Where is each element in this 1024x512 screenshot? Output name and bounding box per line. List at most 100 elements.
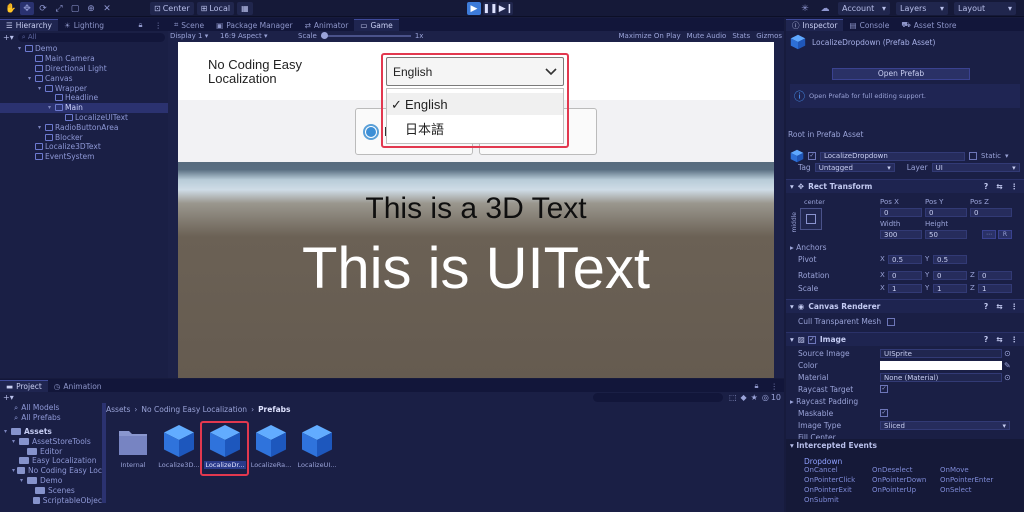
asset-tree-item[interactable]: ▾ AssetStoreTools <box>0 436 102 446</box>
asset-item[interactable]: LocalizeRa... <box>248 423 294 469</box>
active-checkbox[interactable]: ✓ <box>808 152 816 160</box>
maximize-toggle[interactable]: Maximize On Play <box>619 32 681 40</box>
expand-icon[interactable]: ▾ <box>28 75 35 82</box>
asset-tree-item[interactable]: Editor <box>0 446 102 456</box>
transform-icon[interactable]: ⊕ <box>84 2 98 15</box>
tree-scrollbar[interactable] <box>102 403 106 503</box>
asset-tree-item[interactable]: ScriptableObjec <box>0 495 102 505</box>
object-picker-icon[interactable]: ⊙ <box>1004 373 1011 382</box>
tab-hierarchy[interactable]: ☰ Hierarchy <box>0 19 58 31</box>
vector-field[interactable]: 1 <box>978 284 1012 293</box>
add-icon[interactable]: +▾ <box>3 33 14 42</box>
eyedropper-icon[interactable]: ✎ <box>1004 361 1011 370</box>
anchors-row[interactable]: ▸ Anchors <box>790 243 827 252</box>
vector-field[interactable]: 0 <box>888 271 922 280</box>
vector-field[interactable]: 1 <box>888 284 922 293</box>
rect-icon[interactable]: ▢ <box>68 2 82 15</box>
more-icon[interactable]: ⋮ <box>1011 182 1019 191</box>
vector-field[interactable]: 1 <box>933 284 967 293</box>
favorite-item[interactable]: ⌕ All Models <box>0 403 102 413</box>
breadcrumb-assets[interactable]: Assets <box>106 405 130 414</box>
layer-dropdown[interactable]: UI ▾ <box>931 163 1020 172</box>
play-icon[interactable]: ▶ <box>467 2 481 15</box>
asset-item[interactable]: Localize3D... <box>156 423 202 469</box>
breadcrumb-prefabs[interactable]: Prefabs <box>258 405 290 414</box>
asset-item[interactable]: LocalizeUI... <box>294 423 340 469</box>
hierarchy-item[interactable]: ▾ Canvas <box>0 73 168 83</box>
prop-checkbox[interactable]: ✓ <box>880 409 888 417</box>
tab-scene[interactable]: ⌗ Scene <box>168 19 210 31</box>
hierarchy-item[interactable]: ▾ Demo <box>0 44 168 54</box>
asset-tree-item[interactable]: Easy Localization <box>0 456 102 466</box>
image-header[interactable]: ▾ ▨ ✓ Image? ⇆ ⋮ <box>786 332 1024 346</box>
lock-icon[interactable]: 🔒︎ <box>133 19 149 31</box>
image-prop-field[interactable]: None (Material) <box>880 373 1002 382</box>
hierarchy-search-input[interactable]: ⌕ All <box>17 32 165 42</box>
tag-dropdown[interactable]: Untagged ▾ <box>814 163 895 172</box>
hierarchy-item[interactable]: Blocker <box>0 132 168 142</box>
hierarchy-item[interactable]: Localize3DText <box>0 142 168 152</box>
vector-field[interactable]: 0 <box>933 271 967 280</box>
aspect-dropdown[interactable]: 16:9 Aspect ▾ <box>220 32 280 40</box>
cloud-icon[interactable]: ☁ <box>818 2 832 15</box>
open-prefab-button[interactable]: Open Prefab <box>832 68 970 80</box>
hierarchy-item[interactable]: Main Camera <box>0 54 168 64</box>
filter-type-icon[interactable]: ⬚ <box>729 393 737 402</box>
expand-icon[interactable]: ▾ <box>12 438 19 445</box>
preset-icon[interactable]: ⇆ <box>996 335 1002 344</box>
collab-icon[interactable]: ✳ <box>798 2 812 15</box>
expand-icon[interactable]: ▾ <box>38 85 45 92</box>
pos-field[interactable]: 0 <box>970 208 1012 217</box>
expand-icon[interactable]: ▾ <box>20 477 27 484</box>
expand-icon[interactable]: ▾ <box>4 428 11 435</box>
canvas-renderer-header[interactable]: ▾ ◉ Canvas Renderer? ⇆ ⋮ <box>786 299 1024 313</box>
layers-dropdown[interactable]: Layers ▾ <box>896 2 948 15</box>
hierarchy-item[interactable]: Headline <box>0 93 168 103</box>
more-icon[interactable]: ⋮ <box>1011 335 1019 344</box>
raw-edit-button[interactable]: R <box>998 230 1012 239</box>
pos-field[interactable]: 0 <box>880 208 922 217</box>
tab-animation[interactable]: ◷ Animation <box>48 380 108 392</box>
hierarchy-item[interactable]: EventSystem <box>0 152 168 162</box>
tab-inspector[interactable]: ⓘ Inspector <box>786 19 844 31</box>
asset-tree-item[interactable]: ▾ Assets <box>0 427 102 437</box>
tab-game[interactable]: ▭ Game <box>354 19 399 31</box>
project-search-input[interactable] <box>592 393 723 402</box>
image-enabled-checkbox[interactable]: ✓ <box>807 335 816 344</box>
stats-toggle[interactable]: Stats <box>732 32 750 40</box>
tab-asset-store[interactable]: ⛟ Asset Store <box>895 19 962 31</box>
tab-project[interactable]: ▬ Project <box>0 380 48 392</box>
object-name-field[interactable]: LocalizeDropdown <box>820 151 965 161</box>
rotate-icon[interactable]: ⟳ <box>36 2 50 15</box>
pivot-local-button[interactable]: ⊞ Local <box>196 2 235 15</box>
image-prop-field[interactable]: UISprite <box>880 349 1002 358</box>
vector-field[interactable]: 0.5 <box>933 255 967 264</box>
tab-package-manager[interactable]: ▣ Package Manager <box>210 19 298 31</box>
size-field[interactable]: 50 <box>925 230 967 239</box>
size-field[interactable]: 300 <box>880 230 922 239</box>
asset-tree-item[interactable]: Scenes <box>0 485 102 495</box>
step-icon[interactable]: ▶❙ <box>499 2 513 15</box>
mute-toggle[interactable]: Mute Audio <box>687 32 727 40</box>
pause-icon[interactable]: ❚❚ <box>482 2 498 15</box>
filter-label-icon[interactable]: ◆ <box>741 393 747 402</box>
events-header[interactable]: ▾ Intercepted Events <box>786 439 1024 451</box>
vector-field[interactable]: 0 <box>978 271 1012 280</box>
favorite-item[interactable]: ⌕ All Prefabs <box>0 413 102 423</box>
scale-slider[interactable] <box>320 32 411 39</box>
image-type-dropdown[interactable]: Sliced ▾ <box>880 421 1010 430</box>
favorite-icon[interactable]: ★ <box>751 393 758 402</box>
gizmos-dropdown[interactable]: Gizmos <box>756 32 782 40</box>
move-icon[interactable]: ✥ <box>20 2 34 15</box>
slider-handle[interactable] <box>320 32 328 39</box>
hierarchy-item[interactable]: ▾ RadioButtonArea <box>0 122 168 132</box>
more-icon[interactable]: ⋮ <box>1011 302 1019 311</box>
lock-icon[interactable]: 🔒︎ <box>749 380 765 392</box>
tab-animator[interactable]: ⇄ Animator <box>299 19 355 31</box>
static-checkbox[interactable] <box>969 152 977 160</box>
grid-snap-button[interactable]: ▦ <box>237 2 253 15</box>
asset-item[interactable]: Internal <box>110 423 156 469</box>
layout-dropdown[interactable]: Layout ▾ <box>954 2 1016 15</box>
anchor-preset-button[interactable] <box>800 208 822 230</box>
pivot-center-button[interactable]: ⊡ Center <box>150 2 194 15</box>
